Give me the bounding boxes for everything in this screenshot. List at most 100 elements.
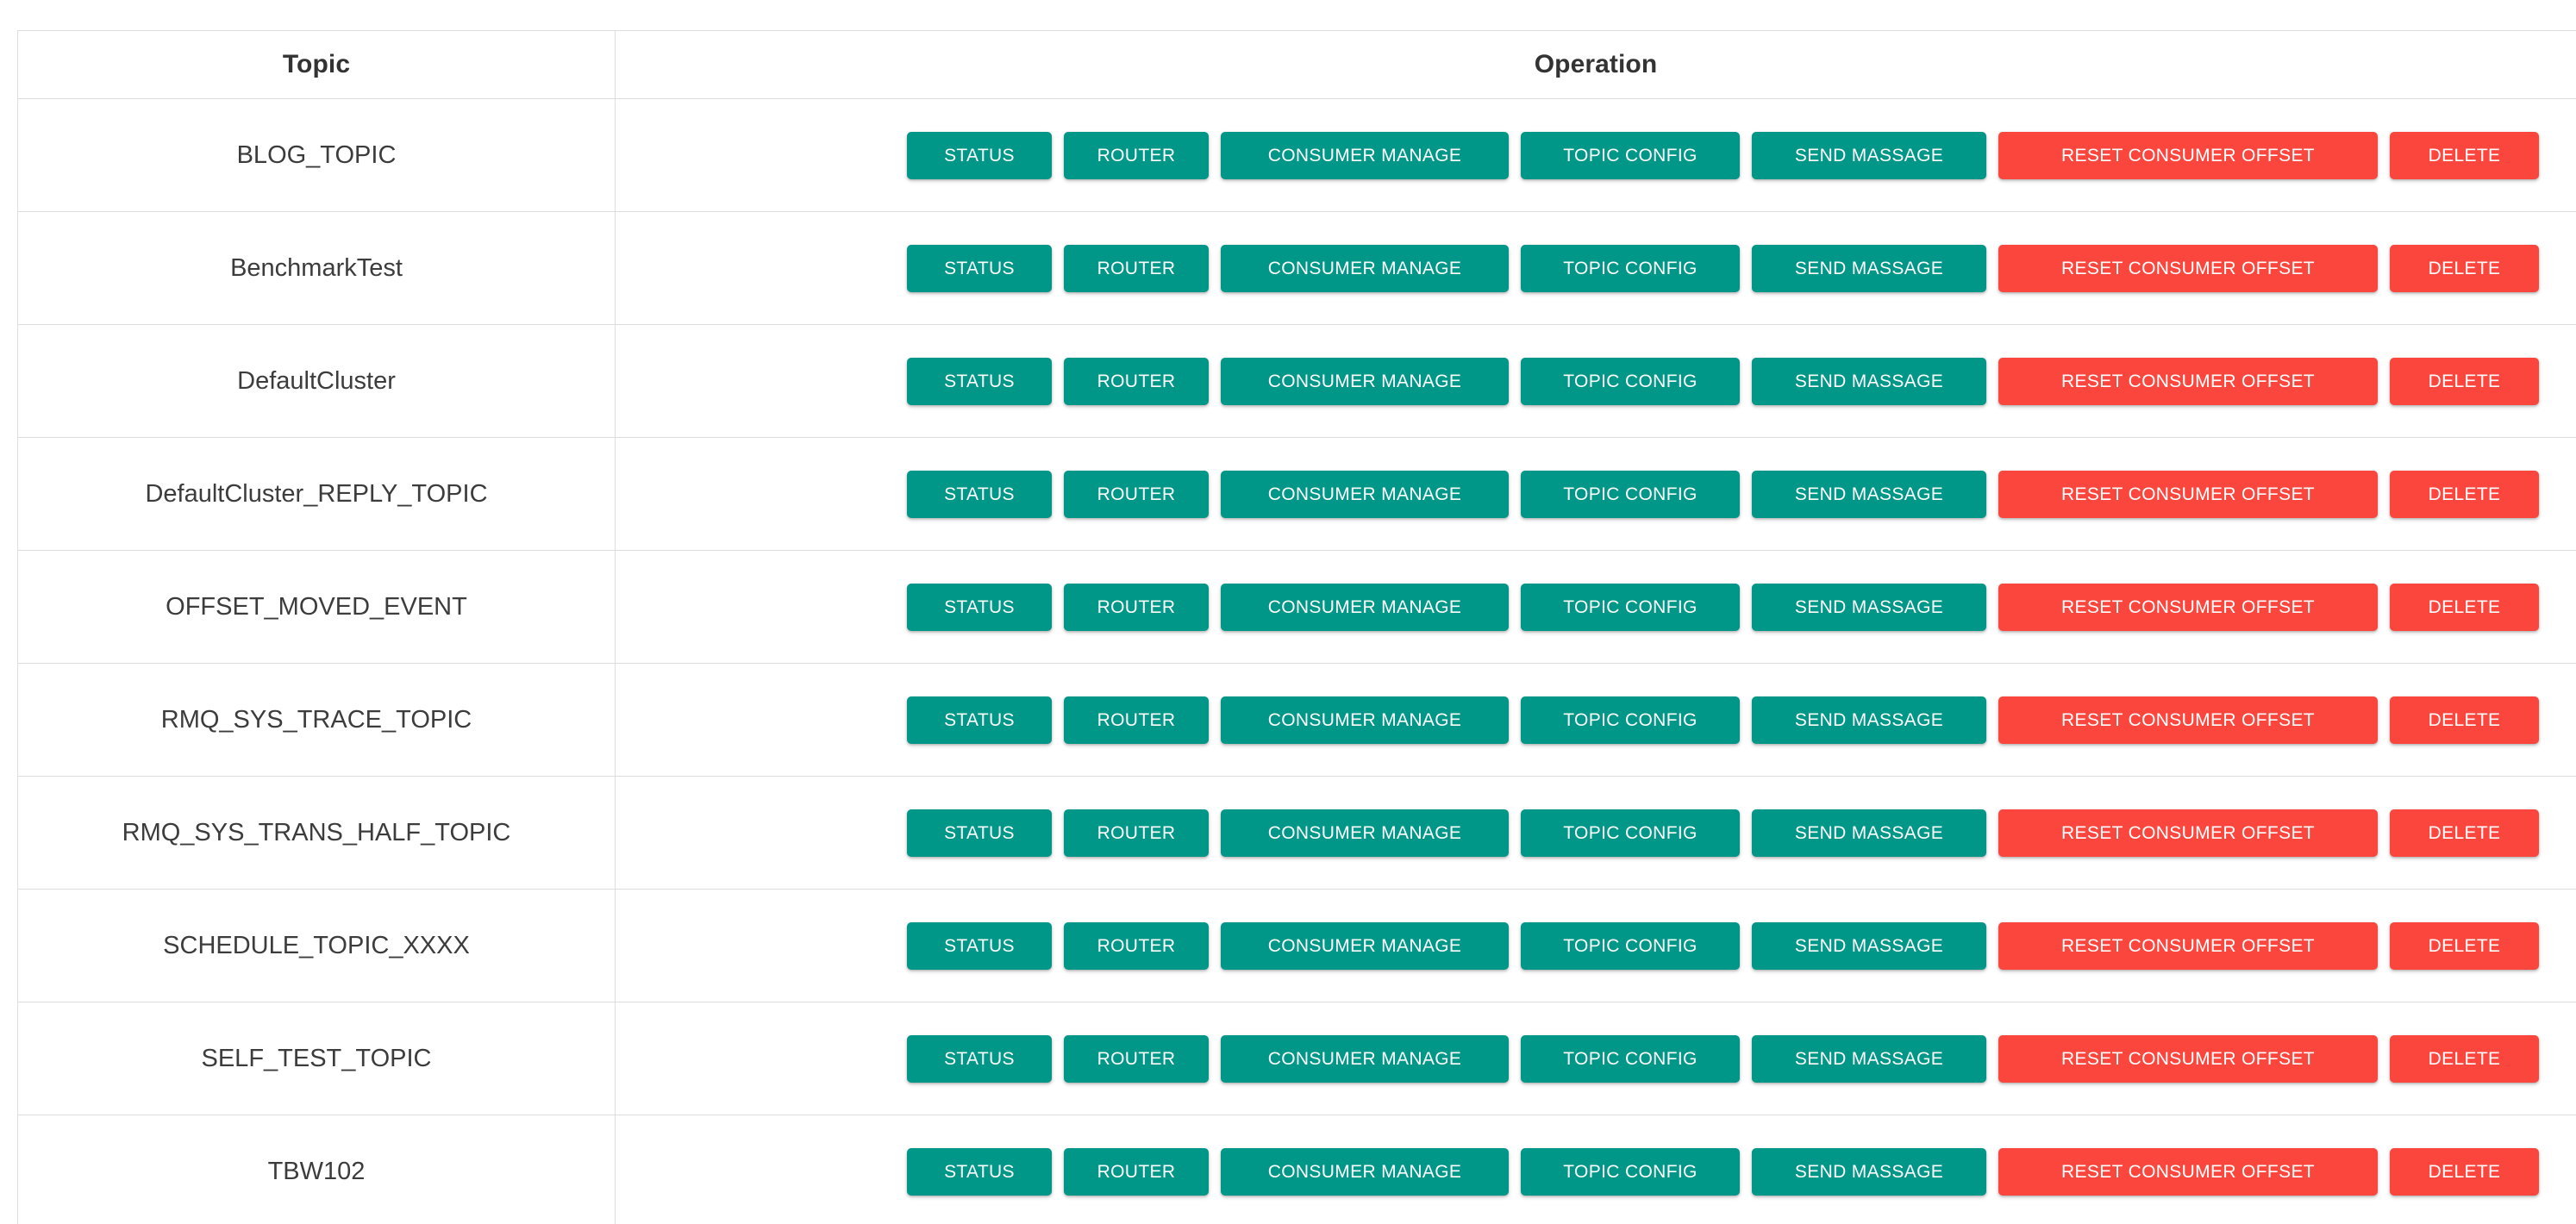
reset-button[interactable]: RESET CONSUMER OFFSET <box>1998 696 2378 744</box>
column-header-operation: Operation <box>615 30 2576 99</box>
delete-button[interactable]: DELETE <box>2390 809 2539 857</box>
status-button[interactable]: STATUS <box>907 244 1052 292</box>
topic-name-cell: BLOG_TOPIC <box>17 98 616 212</box>
status-button[interactable]: STATUS <box>907 470 1052 518</box>
config-button[interactable]: TOPIC CONFIG <box>1521 809 1740 857</box>
consumer-button[interactable]: CONSUMER MANAGE <box>1221 809 1509 857</box>
config-button[interactable]: TOPIC CONFIG <box>1521 583 1740 631</box>
send-button[interactable]: SEND MASSAGE <box>1752 357 1986 405</box>
topic-name-cell: SELF_TEST_TOPIC <box>17 1002 616 1115</box>
consumer-button[interactable]: CONSUMER MANAGE <box>1221 921 1509 970</box>
router-button[interactable]: ROUTER <box>1064 583 1209 631</box>
send-button[interactable]: SEND MASSAGE <box>1752 1034 1986 1083</box>
reset-button[interactable]: RESET CONSUMER OFFSET <box>1998 809 2378 857</box>
topic-name-cell: RMQ_SYS_TRANS_HALF_TOPIC <box>17 776 616 890</box>
topic-name-cell: DefaultCluster <box>17 324 616 438</box>
delete-button[interactable]: DELETE <box>2390 583 2539 631</box>
config-button[interactable]: TOPIC CONFIG <box>1521 921 1740 970</box>
delete-button[interactable]: DELETE <box>2390 357 2539 405</box>
reset-button[interactable]: RESET CONSUMER OFFSET <box>1998 131 2378 179</box>
send-button[interactable]: SEND MASSAGE <box>1752 1147 1986 1196</box>
operation-cell: STATUS ROUTER CONSUMER MANAGE TOPIC CONFIG S… <box>615 889 2576 1002</box>
consumer-button[interactable]: CONSUMER MANAGE <box>1221 1147 1509 1196</box>
send-button[interactable]: SEND MASSAGE <box>1752 809 1986 857</box>
reset-button[interactable]: RESET CONSUMER OFFSET <box>1998 921 2378 970</box>
consumer-button[interactable]: CONSUMER MANAGE <box>1221 244 1509 292</box>
delete-button[interactable]: DELETE <box>2390 131 2539 179</box>
table-row: BLOG_TOPIC STATUS ROUTER CONSUMER MANAGE TOP… <box>17 98 2576 212</box>
operation-cell: STATUS ROUTER CONSUMER MANAGE TOPIC CONFIG S… <box>615 1115 2576 1224</box>
table-row: SELF_TEST_TOPIC STATUS ROUTER CONSUMER MANA… <box>17 1002 2576 1115</box>
reset-button[interactable]: RESET CONSUMER OFFSET <box>1998 244 2378 292</box>
send-button[interactable]: SEND MASSAGE <box>1752 470 1986 518</box>
topic-table: Topic Operation BLOG_TOPIC STATUS ROUTER CO… <box>17 30 2576 1224</box>
router-button[interactable]: ROUTER <box>1064 696 1209 744</box>
topic-name-cell: DefaultCluster_REPLY_TOPIC <box>17 437 616 551</box>
status-button[interactable]: STATUS <box>907 131 1052 179</box>
config-button[interactable]: TOPIC CONFIG <box>1521 357 1740 405</box>
send-button[interactable]: SEND MASSAGE <box>1752 244 1986 292</box>
operation-cell: STATUS ROUTER CONSUMER MANAGE TOPIC CONFIG S… <box>615 1002 2576 1115</box>
router-button[interactable]: ROUTER <box>1064 809 1209 857</box>
operation-button-group: STATUS ROUTER CONSUMER MANAGE TOPIC CONFIG S… <box>616 1115 2576 1224</box>
status-button[interactable]: STATUS <box>907 921 1052 970</box>
table-header: Topic Operation <box>17 30 2576 99</box>
table-row: RMQ_SYS_TRANS_HALF_TOPIC STATUS ROUTER CONS… <box>17 776 2576 890</box>
config-button[interactable]: TOPIC CONFIG <box>1521 1034 1740 1083</box>
consumer-button[interactable]: CONSUMER MANAGE <box>1221 357 1509 405</box>
consumer-button[interactable]: CONSUMER MANAGE <box>1221 696 1509 744</box>
reset-button[interactable]: RESET CONSUMER OFFSET <box>1998 583 2378 631</box>
router-button[interactable]: ROUTER <box>1064 131 1209 179</box>
operation-cell: STATUS ROUTER CONSUMER MANAGE TOPIC CONFIG S… <box>615 324 2576 438</box>
operation-button-group: STATUS ROUTER CONSUMER MANAGE TOPIC CONFIG S… <box>616 325 2576 437</box>
send-button[interactable]: SEND MASSAGE <box>1752 131 1986 179</box>
reset-button[interactable]: RESET CONSUMER OFFSET <box>1998 1034 2378 1083</box>
delete-button[interactable]: DELETE <box>2390 696 2539 744</box>
operation-button-group: STATUS ROUTER CONSUMER MANAGE TOPIC CONFIG S… <box>616 890 2576 1002</box>
table-row: RMQ_SYS_TRACE_TOPIC STATUS ROUTER CONSUMER … <box>17 663 2576 777</box>
topic-management-page: Topic Operation BLOG_TOPIC STATUS ROUTER CO… <box>0 0 2576 1224</box>
reset-button[interactable]: RESET CONSUMER OFFSET <box>1998 470 2378 518</box>
status-button[interactable]: STATUS <box>907 583 1052 631</box>
consumer-button[interactable]: CONSUMER MANAGE <box>1221 470 1509 518</box>
config-button[interactable]: TOPIC CONFIG <box>1521 470 1740 518</box>
delete-button[interactable]: DELETE <box>2390 244 2539 292</box>
status-button[interactable]: STATUS <box>907 809 1052 857</box>
reset-button[interactable]: RESET CONSUMER OFFSET <box>1998 357 2378 405</box>
status-button[interactable]: STATUS <box>907 1147 1052 1196</box>
topic-name-cell: TBW102 <box>17 1115 616 1224</box>
topic-name-cell: RMQ_SYS_TRACE_TOPIC <box>17 663 616 777</box>
table-row: TBW102 STATUS ROUTER CONSUMER MANAGE TOPIC C… <box>17 1115 2576 1224</box>
status-button[interactable]: STATUS <box>907 357 1052 405</box>
send-button[interactable]: SEND MASSAGE <box>1752 583 1986 631</box>
config-button[interactable]: TOPIC CONFIG <box>1521 244 1740 292</box>
table-body: BLOG_TOPIC STATUS ROUTER CONSUMER MANAGE TOP… <box>17 98 2576 1224</box>
header-row: Topic Operation <box>17 30 2576 99</box>
operation-cell: STATUS ROUTER CONSUMER MANAGE TOPIC CONFIG S… <box>615 211 2576 325</box>
consumer-button[interactable]: CONSUMER MANAGE <box>1221 1034 1509 1083</box>
config-button[interactable]: TOPIC CONFIG <box>1521 131 1740 179</box>
topic-name-cell: BenchmarkTest <box>17 211 616 325</box>
router-button[interactable]: ROUTER <box>1064 357 1209 405</box>
send-button[interactable]: SEND MASSAGE <box>1752 921 1986 970</box>
consumer-button[interactable]: CONSUMER MANAGE <box>1221 583 1509 631</box>
delete-button[interactable]: DELETE <box>2390 921 2539 970</box>
delete-button[interactable]: DELETE <box>2390 1147 2539 1196</box>
delete-button[interactable]: DELETE <box>2390 1034 2539 1083</box>
reset-button[interactable]: RESET CONSUMER OFFSET <box>1998 1147 2378 1196</box>
router-button[interactable]: ROUTER <box>1064 1034 1209 1083</box>
router-button[interactable]: ROUTER <box>1064 470 1209 518</box>
operation-button-group: STATUS ROUTER CONSUMER MANAGE TOPIC CONFIG S… <box>616 99 2576 211</box>
status-button[interactable]: STATUS <box>907 696 1052 744</box>
table-row: DefaultCluster STATUS ROUTER CONSUMER MANAG… <box>17 324 2576 438</box>
router-button[interactable]: ROUTER <box>1064 244 1209 292</box>
table-row: BenchmarkTest STATUS ROUTER CONSUMER MANAGE… <box>17 211 2576 325</box>
config-button[interactable]: TOPIC CONFIG <box>1521 696 1740 744</box>
status-button[interactable]: STATUS <box>907 1034 1052 1083</box>
router-button[interactable]: ROUTER <box>1064 921 1209 970</box>
router-button[interactable]: ROUTER <box>1064 1147 1209 1196</box>
send-button[interactable]: SEND MASSAGE <box>1752 696 1986 744</box>
config-button[interactable]: TOPIC CONFIG <box>1521 1147 1740 1196</box>
consumer-button[interactable]: CONSUMER MANAGE <box>1221 131 1509 179</box>
delete-button[interactable]: DELETE <box>2390 470 2539 518</box>
